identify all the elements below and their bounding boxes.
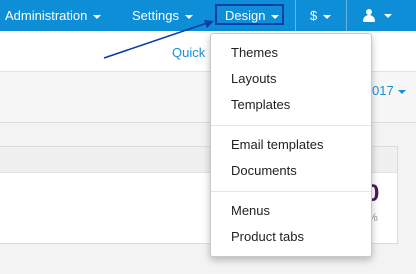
annotation-arrow-icon	[103, 20, 214, 59]
